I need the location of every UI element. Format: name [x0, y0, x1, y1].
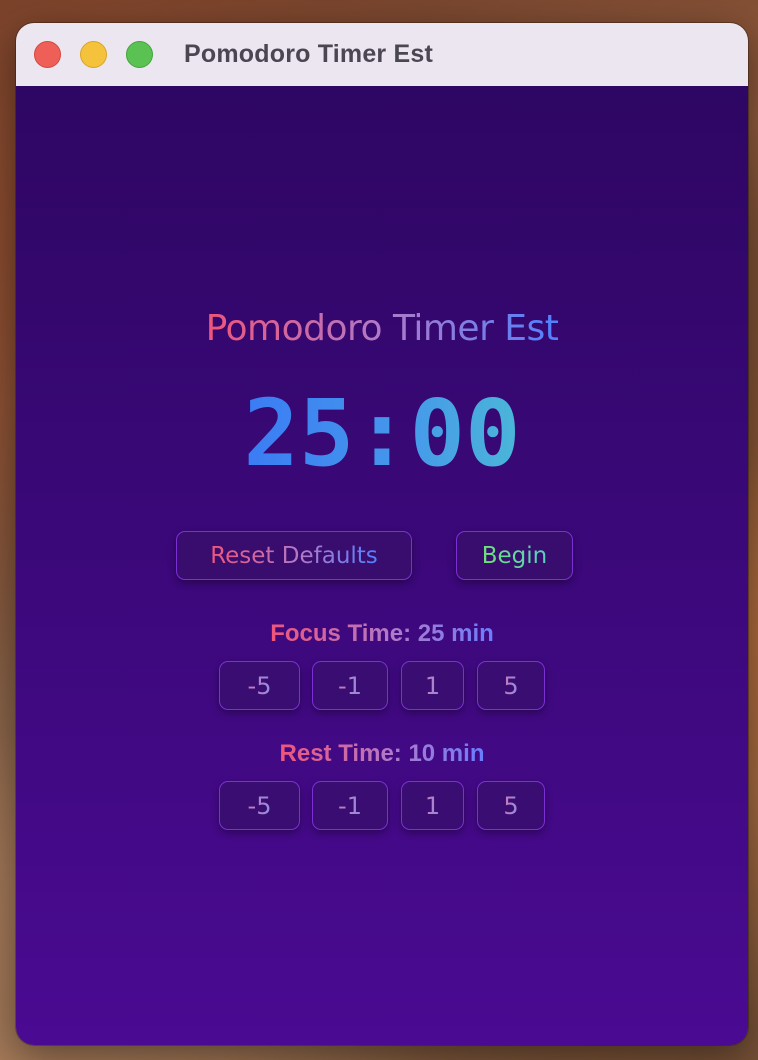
timer-panel: Pomodoro Timer Est 25:00 Reset Defaults … [16, 86, 748, 1045]
reset-defaults-label: Reset Defaults [210, 542, 378, 569]
app-window: Pomodoro Timer Est Pomodoro Timer Est 25… [16, 23, 748, 1045]
rest-minus-5-label: -5 [247, 791, 272, 820]
rest-plus-1-button[interactable]: 1 [401, 781, 464, 830]
rest-plus-1-label: 1 [424, 791, 441, 820]
focus-plus-5-label: 5 [503, 671, 519, 700]
focus-time-label: Focus Time: 25 min [16, 620, 748, 648]
focus-plus-5-button[interactable]: 5 [477, 661, 545, 710]
focus-plus-1-label: 1 [424, 671, 441, 700]
rest-minus-5-button[interactable]: -5 [219, 781, 300, 830]
focus-time-text: Focus Time: 25 min [270, 620, 494, 647]
reset-defaults-button[interactable]: Reset Defaults [176, 531, 412, 580]
focus-minus-5-button[interactable]: -5 [219, 661, 300, 710]
rest-time-label: Rest Time: 10 min [16, 740, 748, 768]
minimize-window-button[interactable] [80, 41, 107, 68]
window-title: Pomodoro Timer Est [184, 40, 434, 68]
app-heading: Pomodoro Timer Est [16, 308, 748, 349]
rest-plus-5-button[interactable]: 5 [477, 781, 545, 830]
rest-plus-5-label: 5 [503, 791, 519, 820]
begin-button[interactable]: Begin [456, 531, 573, 580]
begin-label: Begin [481, 542, 548, 569]
rest-minus-1-button[interactable]: -1 [312, 781, 388, 830]
focus-minus-1-label: -1 [338, 671, 362, 700]
app-heading-text: Pomodoro Timer Est [205, 308, 559, 349]
focus-minus-1-button[interactable]: -1 [312, 661, 388, 710]
rest-time-text: Rest Time: 10 min [279, 740, 485, 767]
rest-minus-1-label: -1 [338, 791, 362, 820]
timer-display-text: 25:00 [243, 380, 521, 487]
focus-plus-1-button[interactable]: 1 [401, 661, 464, 710]
title-bar[interactable]: Pomodoro Timer Est [16, 23, 748, 87]
close-window-button[interactable] [34, 41, 61, 68]
timer-display: 25:00 [16, 388, 748, 480]
zoom-window-button[interactable] [126, 41, 153, 68]
focus-minus-5-label: -5 [247, 671, 272, 700]
